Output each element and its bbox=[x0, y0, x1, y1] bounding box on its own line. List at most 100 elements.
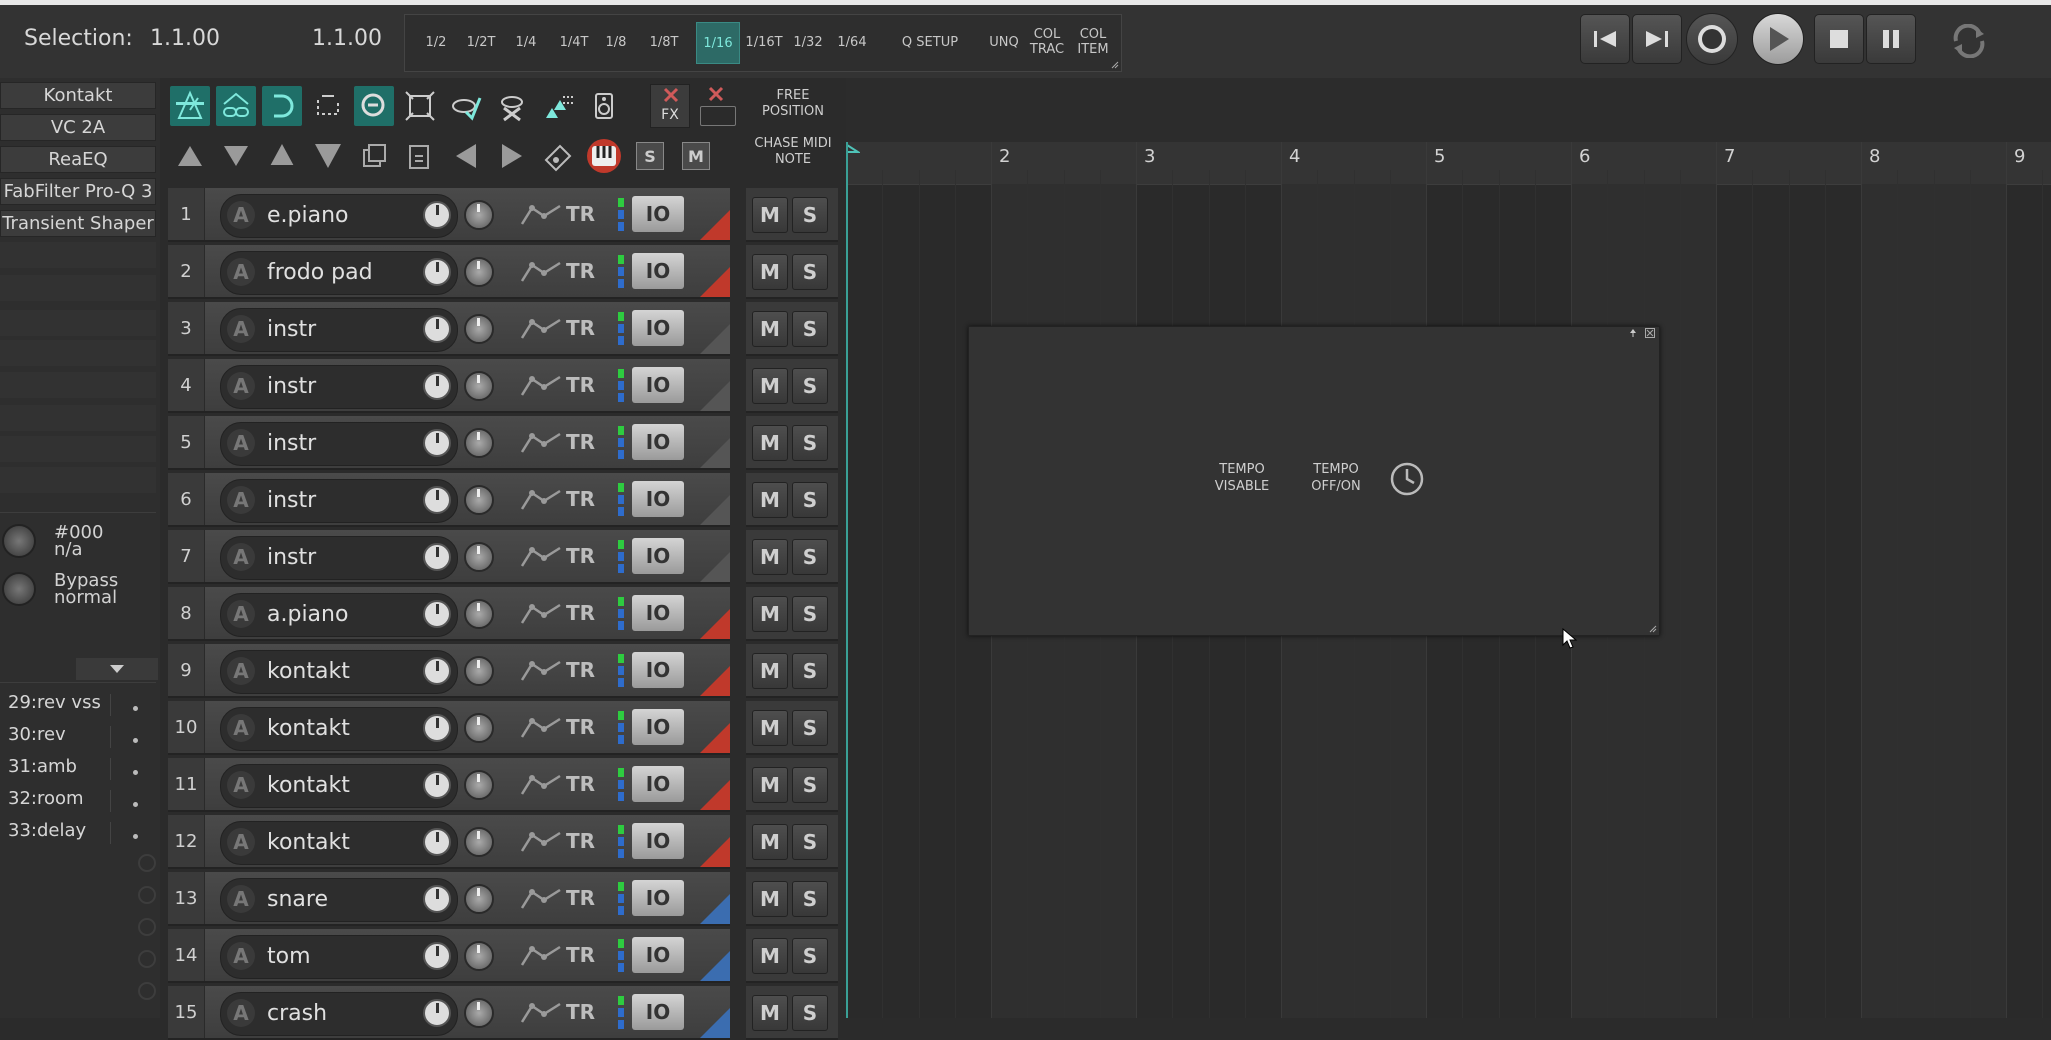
fx-chain-item[interactable]: Kontakt bbox=[0, 82, 156, 109]
pan-knob[interactable] bbox=[464, 428, 494, 458]
trim-button[interactable]: TR bbox=[566, 772, 595, 796]
trim-button[interactable]: TR bbox=[566, 202, 595, 226]
track-row[interactable]: 14 Atom TR IO bbox=[168, 929, 730, 983]
envelope-icon[interactable] bbox=[520, 316, 564, 342]
track-name-field[interactable]: Acrash bbox=[220, 992, 458, 1036]
envelope-icon[interactable] bbox=[520, 715, 564, 741]
hide-button[interactable] bbox=[492, 86, 532, 126]
solo-button[interactable]: S bbox=[792, 254, 828, 290]
volume-knob[interactable] bbox=[423, 771, 451, 799]
io-button[interactable]: IO bbox=[632, 766, 684, 802]
io-button[interactable]: IO bbox=[632, 253, 684, 289]
pan-knob[interactable] bbox=[464, 542, 494, 572]
envelope-icon[interactable] bbox=[520, 886, 564, 912]
track-row[interactable]: 5 Ainstr TR IO bbox=[168, 416, 730, 470]
automation-arm-button[interactable]: A bbox=[227, 258, 255, 286]
automation-arm-button[interactable]: A bbox=[227, 600, 255, 628]
send-level-dot[interactable] bbox=[133, 706, 138, 711]
solo-button[interactable]: S bbox=[792, 539, 828, 575]
solo-button[interactable]: S bbox=[792, 710, 828, 746]
volume-knob[interactable] bbox=[423, 372, 451, 400]
trim-button[interactable]: TR bbox=[566, 1000, 595, 1024]
solo-button[interactable]: S bbox=[792, 197, 828, 233]
mute-button[interactable]: M bbox=[752, 311, 788, 347]
mute-button[interactable]: M bbox=[752, 425, 788, 461]
trim-button[interactable]: TR bbox=[566, 430, 595, 454]
mute-toolbar-button[interactable]: M bbox=[676, 136, 716, 176]
envelope-icon[interactable] bbox=[520, 259, 564, 285]
envelope-icon[interactable] bbox=[520, 943, 564, 969]
io-button[interactable]: IO bbox=[632, 196, 684, 232]
go-to-end-button[interactable] bbox=[1632, 14, 1682, 64]
track-row[interactable]: 12 Akontakt TR IO bbox=[168, 815, 730, 869]
automation-arm-button[interactable]: A bbox=[227, 201, 255, 229]
automation-arm-button[interactable]: A bbox=[227, 828, 255, 856]
envelope-icon[interactable] bbox=[520, 487, 564, 513]
io-button[interactable]: IO bbox=[632, 481, 684, 517]
automation-arm-button[interactable]: A bbox=[227, 429, 255, 457]
fx-chain-item[interactable]: FabFilter Pro-Q 3 bbox=[0, 178, 156, 205]
envelope-icon[interactable] bbox=[520, 601, 564, 627]
grid-button[interactable]: 1/64 bbox=[832, 14, 872, 70]
send-item[interactable]: 31:amb bbox=[8, 756, 77, 777]
play-button[interactable] bbox=[1752, 13, 1804, 65]
track-name-field[interactable]: Ae.piano bbox=[220, 194, 458, 238]
fx-bypass-button[interactable]: FX bbox=[650, 84, 690, 128]
solo-button[interactable]: S bbox=[792, 368, 828, 404]
track-row[interactable]: 3 Ainstr TR IO bbox=[168, 302, 730, 356]
automation-arm-button[interactable]: A bbox=[227, 657, 255, 685]
io-button[interactable]: IO bbox=[632, 823, 684, 859]
solo-button[interactable]: S bbox=[792, 311, 828, 347]
pan-knob[interactable] bbox=[464, 713, 494, 743]
move-up-button[interactable] bbox=[170, 136, 210, 176]
send-item[interactable]: 30:rev bbox=[8, 724, 66, 745]
trim-button[interactable]: TR bbox=[566, 829, 595, 853]
pan-knob[interactable] bbox=[464, 884, 494, 914]
grid-button[interactable]: Q SETUP bbox=[880, 14, 980, 70]
record-button[interactable] bbox=[1686, 13, 1738, 65]
track-row[interactable]: 8 Aa.piano TR IO bbox=[168, 587, 730, 641]
fx-chain-item[interactable]: VC 2A bbox=[0, 114, 156, 141]
trim-button[interactable]: TR bbox=[566, 715, 595, 739]
grid-button[interactable]: COL TRAC bbox=[1026, 14, 1068, 70]
solo-button[interactable]: S bbox=[792, 881, 828, 917]
grid-button[interactable]: 1/16T bbox=[742, 14, 786, 70]
grid-button[interactable]: 1/32 bbox=[790, 14, 826, 70]
track-row[interactable]: 15 Acrash TR IO bbox=[168, 986, 730, 1040]
track-name-field[interactable]: Ainstr bbox=[220, 536, 458, 580]
track-row[interactable]: 2 Afrodo pad TR IO bbox=[168, 245, 730, 299]
grid-button[interactable]: COL ITEM bbox=[1072, 14, 1114, 70]
io-button[interactable]: IO bbox=[632, 652, 684, 688]
automation-arm-button[interactable]: A bbox=[227, 714, 255, 742]
selection-start[interactable]: 1.1.00 bbox=[150, 26, 220, 51]
mute-button[interactable]: M bbox=[752, 881, 788, 917]
mute-button[interactable]: M bbox=[752, 653, 788, 689]
solo-button[interactable]: S bbox=[792, 995, 828, 1031]
volume-knob[interactable] bbox=[423, 600, 451, 628]
pan-knob[interactable] bbox=[464, 371, 494, 401]
track-name-field[interactable]: Ainstr bbox=[220, 308, 458, 352]
solo-button[interactable]: S bbox=[792, 938, 828, 974]
pan-knob[interactable] bbox=[464, 656, 494, 686]
volume-knob[interactable] bbox=[423, 885, 451, 913]
pause-button[interactable] bbox=[1866, 14, 1916, 64]
nudge-left-button[interactable] bbox=[446, 136, 486, 176]
trim-button[interactable]: TR bbox=[566, 373, 595, 397]
solo-button[interactable]: S bbox=[792, 653, 828, 689]
mute-button[interactable]: M bbox=[752, 197, 788, 233]
envelope-icon[interactable] bbox=[520, 1000, 564, 1026]
track-name-field[interactable]: Aa.piano bbox=[220, 593, 458, 637]
envelope-icon[interactable] bbox=[520, 829, 564, 855]
fx-chain-item[interactable]: ReaEQ bbox=[0, 146, 156, 173]
ripple-edit-button[interactable] bbox=[170, 86, 210, 126]
nudge-right-button[interactable] bbox=[492, 136, 532, 176]
snap-button[interactable] bbox=[262, 86, 302, 126]
pin-icon[interactable] bbox=[1629, 329, 1637, 337]
send-item[interactable]: 29:rev vss bbox=[8, 692, 101, 713]
pan-knob[interactable] bbox=[464, 827, 494, 857]
solo-button[interactable]: S bbox=[792, 596, 828, 632]
track-name-field[interactable]: Afrodo pad bbox=[220, 251, 458, 295]
track-name-field[interactable]: Ainstr bbox=[220, 365, 458, 409]
track-name-field[interactable]: Akontakt bbox=[220, 764, 458, 808]
track-row[interactable]: 13 Asnare TR IO bbox=[168, 872, 730, 926]
